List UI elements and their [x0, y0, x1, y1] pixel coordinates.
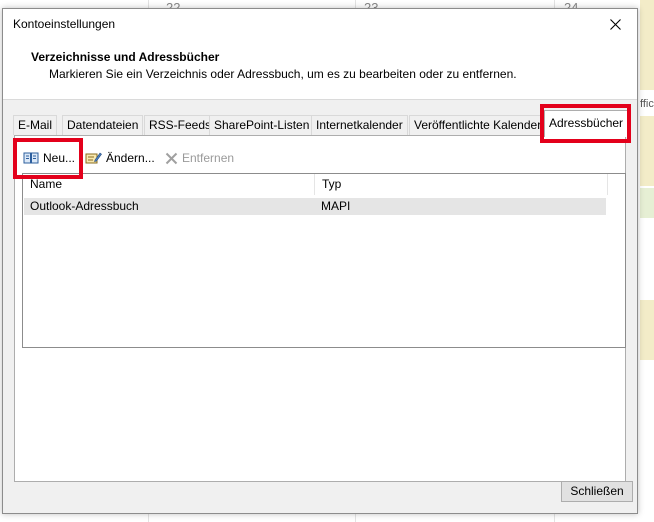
dialog-close-button[interactable]	[595, 9, 635, 39]
calendar-event-block	[640, 188, 654, 218]
row-type: MAPI	[321, 199, 351, 213]
remove-x-icon	[165, 152, 178, 164]
remove-button[interactable]: Entfernen	[165, 149, 234, 167]
change-button-label: Ändern...	[106, 151, 155, 165]
tab-email[interactable]: E-Mail	[13, 115, 58, 135]
tab-label: Veröffentlichte Kalender	[414, 118, 542, 132]
tab-label: RSS-Feeds	[149, 118, 212, 132]
tab-data-files[interactable]: Datendateien	[62, 115, 144, 135]
new-button-label: Neu...	[43, 151, 76, 165]
address-book-icon	[23, 152, 39, 164]
dialog-title: Kontoeinstellungen	[13, 17, 116, 31]
new-button[interactable]: Neu...	[23, 149, 75, 167]
account-settings-dialog: Kontoeinstellungen Verzeichnisse und Adr…	[2, 8, 638, 514]
column-header-type[interactable]: Typ	[315, 174, 607, 195]
tab-label: E-Mail	[18, 118, 53, 132]
tab-address-books[interactable]: Adressbücher	[544, 110, 629, 137]
calendar-event-block	[640, 300, 654, 360]
address-book-list[interactable]: Name Typ Outlook-Adressbuch MAPI	[22, 173, 626, 348]
section-title: Verzeichnisse und Adressbücher	[31, 50, 220, 64]
close-dialog-button[interactable]: Schließen	[561, 481, 633, 502]
close-icon	[609, 18, 621, 30]
row-name: Outlook-Adressbuch	[30, 199, 139, 213]
tab-label: SharePoint-Listen	[214, 118, 310, 132]
calendar-event-block	[640, 116, 654, 186]
tab-label: Adressbücher	[549, 116, 624, 130]
column-header-label: Name	[30, 177, 63, 191]
change-button[interactable]: Ändern...	[85, 149, 155, 167]
column-header-name[interactable]: Name	[23, 174, 314, 195]
tab-sharepoint-lists[interactable]: SharePoint-Listen	[209, 115, 315, 135]
column-separator	[607, 174, 608, 195]
column-header-label: Typ	[322, 177, 342, 191]
tab-label: Datendateien	[67, 118, 139, 132]
tab-label: Internetkalender	[316, 118, 403, 132]
dialog-titlebar: Kontoeinstellungen	[3, 9, 637, 39]
section-description: Markieren Sie ein Verzeichnis oder Adres…	[49, 67, 517, 81]
remove-button-label: Entfernen	[182, 151, 235, 165]
table-row[interactable]: Outlook-Adressbuch MAPI	[24, 198, 606, 215]
dialog-header-area: Verzeichnisse und Adressbücher Markieren…	[3, 39, 637, 100]
tab-rss-feeds[interactable]: RSS-Feeds	[144, 115, 217, 135]
tab-published-calendars[interactable]: Veröffentlichte Kalender	[409, 115, 547, 135]
tab-internet-calendars[interactable]: Internetkalender	[311, 115, 408, 135]
edit-card-icon	[85, 152, 102, 164]
calendar-event-block	[640, 0, 654, 90]
calendar-partial-label: ffic	[640, 98, 654, 110]
